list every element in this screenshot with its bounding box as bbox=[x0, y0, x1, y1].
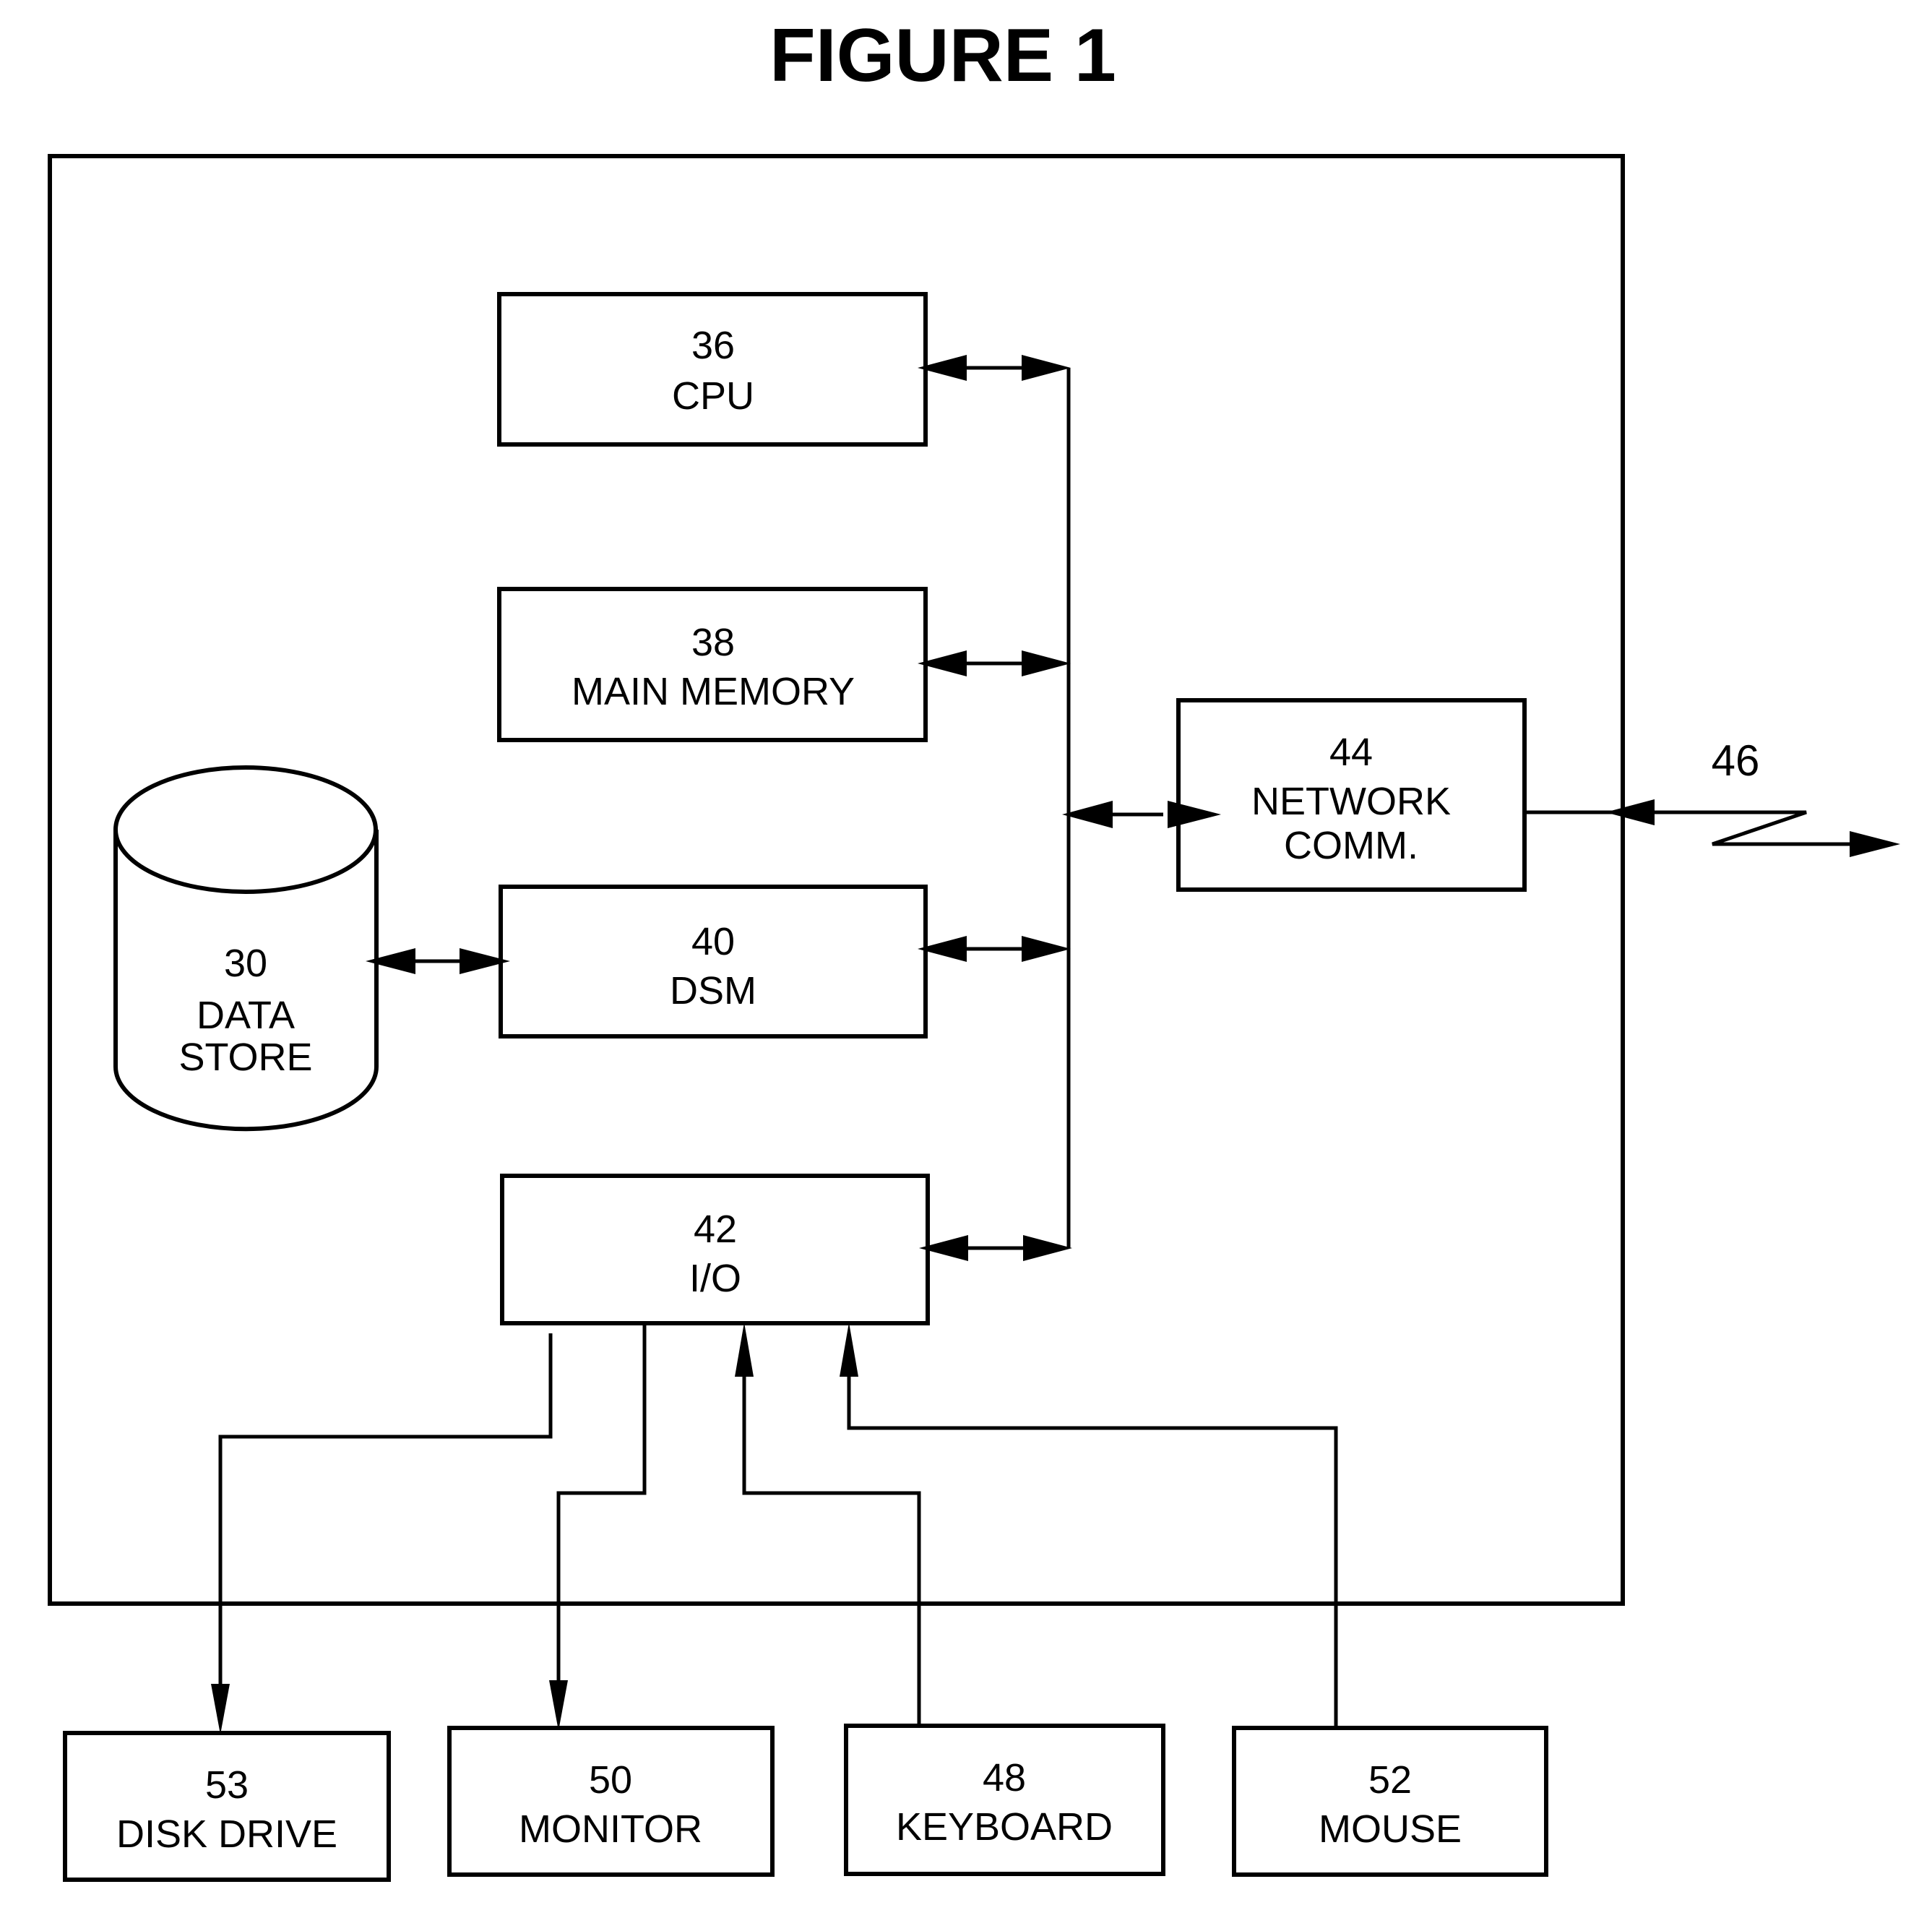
mouse-label: MOUSE bbox=[1319, 1807, 1462, 1851]
data-store-block: 30 DATA STORE bbox=[113, 765, 379, 1132]
cpu-block: 36 CPU bbox=[497, 292, 928, 447]
lightning-link-icon bbox=[1647, 810, 1864, 846]
disk-drive-label: DISK DRIVE bbox=[116, 1812, 337, 1856]
keyboard-block: 48 KEYBOARD bbox=[844, 1724, 1165, 1876]
disk-drive-ref: 53 bbox=[205, 1763, 249, 1807]
network-link-ref: 46 bbox=[1712, 736, 1760, 785]
cpu-ref: 36 bbox=[691, 324, 735, 367]
data-store-ref: 30 bbox=[224, 942, 267, 985]
disk-drive-block: 53 DISK DRIVE bbox=[63, 1731, 391, 1882]
dsm-label: DSM bbox=[670, 969, 756, 1012]
data-store-label-line1: DATA bbox=[197, 994, 295, 1037]
arrowhead-right-icon bbox=[1850, 831, 1900, 857]
io-ref: 42 bbox=[694, 1208, 737, 1251]
network-comm-block: 44 NETWORK COMM. bbox=[1176, 698, 1527, 892]
main-memory-label: MAIN MEMORY bbox=[572, 670, 855, 713]
io-label: I/O bbox=[689, 1257, 741, 1300]
network-comm-ref: 44 bbox=[1329, 731, 1373, 774]
monitor-ref: 50 bbox=[589, 1758, 632, 1802]
dsm-block: 40 DSM bbox=[499, 885, 928, 1038]
cpu-label: CPU bbox=[672, 374, 754, 418]
monitor-label: MONITOR bbox=[519, 1807, 702, 1851]
arrowhead-down-icon bbox=[211, 1684, 230, 1734]
network-comm-label-line1: NETWORK bbox=[1251, 780, 1451, 823]
block-diagram: FIGURE 1 36 CPU 38 MAIN MEMORY 40 DSM 42… bbox=[48, 14, 1900, 1882]
keyboard-label: KEYBOARD bbox=[896, 1805, 1113, 1849]
data-store-label-line2: STORE bbox=[178, 1036, 312, 1079]
dsm-ref: 40 bbox=[691, 920, 735, 963]
mouse-block: 52 MOUSE bbox=[1232, 1726, 1548, 1877]
figure-title: FIGURE 1 bbox=[769, 14, 1116, 98]
keyboard-ref: 48 bbox=[983, 1756, 1026, 1799]
cylinder-top bbox=[113, 765, 378, 894]
monitor-block: 50 MONITOR bbox=[447, 1726, 775, 1877]
network-comm-label-line2: COMM. bbox=[1284, 824, 1418, 867]
main-memory-block: 38 MAIN MEMORY bbox=[497, 587, 928, 742]
main-memory-ref: 38 bbox=[691, 621, 735, 664]
io-block: 42 I/O bbox=[500, 1174, 930, 1325]
arrowhead-down-icon bbox=[549, 1680, 568, 1731]
mouse-ref: 52 bbox=[1368, 1758, 1412, 1802]
